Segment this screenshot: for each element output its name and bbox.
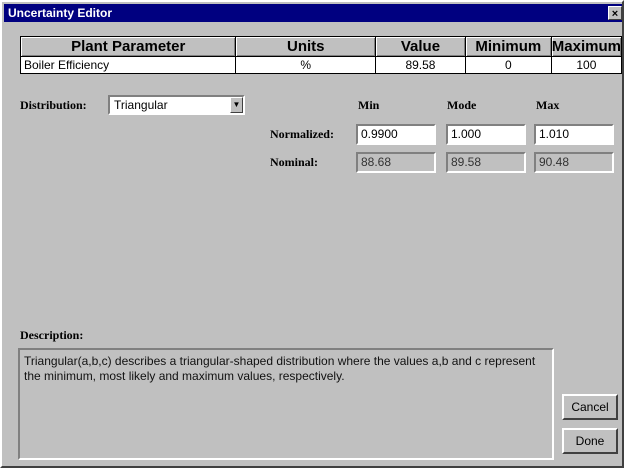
description-label: Description:: [20, 328, 84, 342]
cell-minimum[interactable]: 0: [464, 56, 552, 74]
title-bar[interactable]: Uncertainty Editor ×: [4, 4, 622, 22]
normalized-max-input[interactable]: 1.010: [534, 124, 614, 145]
parameter-table: Plant Parameter Units Value Minimum Maxi…: [19, 36, 623, 74]
normalized-min-input[interactable]: 0.9900: [356, 124, 436, 145]
cell-value[interactable]: 89.58: [375, 56, 466, 74]
chevron-down-icon[interactable]: ▼: [230, 97, 243, 113]
header-maximum[interactable]: Maximum: [550, 36, 623, 57]
cell-units[interactable]: %: [235, 56, 377, 74]
header-plant-parameter[interactable]: Plant Parameter: [19, 36, 237, 57]
column-max-header: Max: [536, 98, 560, 112]
table-row[interactable]: Boiler Efficiency % 89.58 0 100: [19, 56, 623, 74]
close-icon[interactable]: ×: [608, 6, 622, 20]
table-header-row: Plant Parameter Units Value Minimum Maxi…: [19, 36, 623, 57]
nominal-mode-field: 89.58: [446, 152, 526, 173]
cell-maximum[interactable]: 100: [550, 56, 623, 74]
normalized-mode-input[interactable]: 1.000: [446, 124, 526, 145]
column-min-header: Min: [358, 98, 380, 112]
header-value[interactable]: Value: [375, 36, 466, 57]
done-button[interactable]: Done: [562, 428, 618, 454]
column-mode-header: Mode: [447, 98, 477, 112]
distribution-select[interactable]: Triangular ▼: [108, 95, 245, 115]
cancel-button[interactable]: Cancel: [562, 394, 618, 420]
header-units[interactable]: Units: [235, 36, 377, 57]
cell-parameter[interactable]: Boiler Efficiency: [19, 56, 237, 74]
distribution-selected-value: Triangular: [114, 98, 168, 112]
nominal-min-field: 88.68: [356, 152, 436, 173]
header-minimum[interactable]: Minimum: [464, 36, 552, 57]
nominal-max-field: 90.48: [534, 152, 614, 173]
window-title: Uncertainty Editor: [8, 6, 113, 20]
nominal-label: Nominal:: [270, 155, 318, 169]
description-text: Triangular(a,b,c) describes a triangular…: [18, 348, 554, 460]
distribution-label: Distribution:: [20, 98, 87, 112]
normalized-label: Normalized:: [270, 127, 334, 141]
